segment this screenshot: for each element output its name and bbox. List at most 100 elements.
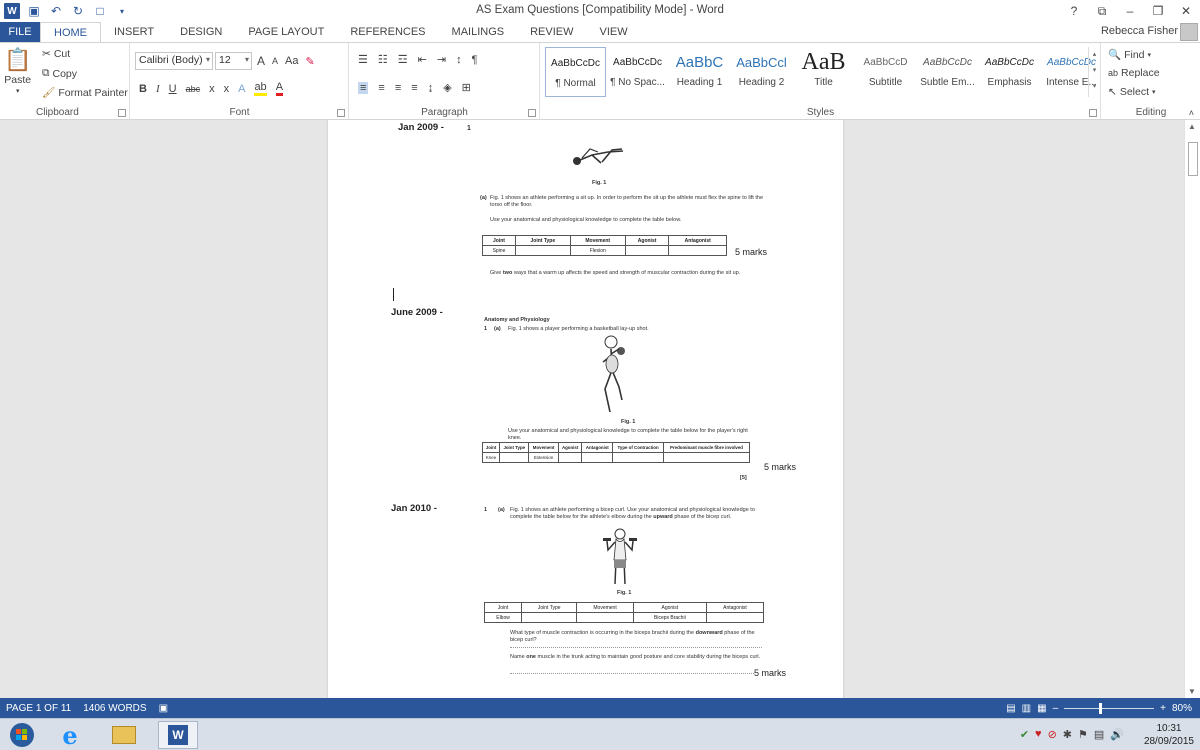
line-spacing-icon[interactable]: ↨ xyxy=(428,82,434,94)
save-icon[interactable]: ▣ xyxy=(26,3,42,19)
file-explorer-icon[interactable] xyxy=(104,721,144,749)
minimize-icon[interactable]: – xyxy=(1116,4,1144,18)
paste-button[interactable]: 📋 Paste ▾ xyxy=(4,47,31,95)
strikethrough-button[interactable]: abc xyxy=(186,84,201,94)
justify-icon[interactable]: ≡ xyxy=(411,82,417,94)
bold-button[interactable]: B xyxy=(139,83,147,95)
multilevel-list-icon[interactable]: ☲ xyxy=(398,53,408,66)
scroll-up-icon[interactable]: ▲ xyxy=(1188,122,1196,131)
superscript-button[interactable]: x xyxy=(224,83,230,95)
dialog-launcher-icon[interactable] xyxy=(337,109,345,117)
security-icon[interactable]: ⊘ xyxy=(1048,728,1057,741)
subscript-button[interactable]: x xyxy=(209,83,215,95)
style-subtle-emphasis[interactable]: AaBbCcDc Subtle Em... xyxy=(917,47,978,97)
vertical-scrollbar[interactable]: ▲ ▼ xyxy=(1184,120,1200,698)
highlight-icon[interactable]: ab xyxy=(254,81,267,96)
internet-explorer-icon[interactable]: e xyxy=(50,721,90,750)
bullets-icon[interactable]: ☰ xyxy=(358,53,368,66)
undo-icon[interactable]: ↶ xyxy=(48,3,64,19)
zoom-slider[interactable] xyxy=(1064,702,1155,714)
document-page[interactable]: Jan 2009 - 1 Fig. 1 (a) Fig. 1 shows an … xyxy=(328,120,843,698)
dialog-launcher-icon[interactable] xyxy=(118,109,126,117)
zoom-slider-knob[interactable] xyxy=(1099,702,1103,714)
style-subtitle[interactable]: AaBbCcD Subtitle xyxy=(855,47,916,97)
collapse-ribbon-icon[interactable]: ˄ xyxy=(1189,108,1194,118)
cut-button[interactable]: ✂ Cut xyxy=(42,48,70,60)
redo-icon[interactable]: ↻ xyxy=(70,3,86,19)
read-mode-icon[interactable]: ▤ xyxy=(1006,703,1015,714)
tab-review[interactable]: REVIEW xyxy=(517,22,586,42)
shrink-font-icon[interactable]: A xyxy=(272,56,278,66)
tab-file[interactable]: FILE xyxy=(0,22,40,42)
word-app-icon[interactable]: W xyxy=(4,3,20,19)
tab-design[interactable]: DESIGN xyxy=(167,22,235,42)
word-taskbar-icon[interactable]: W xyxy=(158,721,198,749)
style-emphasis[interactable]: AaBbCcDc Emphasis xyxy=(979,47,1040,97)
shading-icon[interactable]: ◈ xyxy=(443,81,451,94)
zoom-out-icon[interactable]: – xyxy=(1053,703,1059,714)
dialog-launcher-icon[interactable] xyxy=(528,109,536,117)
italic-button[interactable]: I xyxy=(156,83,160,95)
align-center-icon[interactable]: ≡ xyxy=(378,82,384,94)
network-icon[interactable]: ▤ xyxy=(1094,728,1104,741)
style-title[interactable]: AaB Title xyxy=(793,47,854,97)
restore-icon[interactable]: ❐ xyxy=(1144,4,1172,18)
font-color-button[interactable]: A xyxy=(275,81,284,96)
zoom-in-icon[interactable]: + xyxy=(1160,703,1166,714)
clear-formatting-icon[interactable]: ✎ xyxy=(306,55,315,68)
show-marks-icon[interactable]: ¶ xyxy=(472,54,478,66)
find-button[interactable]: 🔍 Find ▾ xyxy=(1108,48,1151,62)
borders-icon[interactable]: ⊞ xyxy=(462,81,471,94)
scroll-thumb[interactable] xyxy=(1188,142,1198,176)
scroll-down-icon[interactable]: ▼ xyxy=(1188,687,1196,696)
web-layout-icon[interactable]: ▦ xyxy=(1037,703,1046,714)
font-size-select[interactable]: 12 ▾ xyxy=(215,52,252,70)
help-icon[interactable]: ? xyxy=(1060,4,1088,18)
tab-mailings[interactable]: MAILINGS xyxy=(439,22,518,42)
select-button[interactable]: ↖ Select ▾ xyxy=(1108,86,1156,98)
copy-button[interactable]: ⧉ Copy xyxy=(42,67,77,80)
account-name[interactable]: Rebecca Fisher xyxy=(1101,25,1178,37)
tab-insert[interactable]: INSERT xyxy=(101,22,167,42)
close-icon[interactable]: ✕ xyxy=(1172,4,1200,18)
tab-page-layout[interactable]: PAGE LAYOUT xyxy=(235,22,337,42)
change-case-button[interactable]: Aa xyxy=(285,55,298,67)
word-count[interactable]: 1406 WORDS xyxy=(77,703,152,714)
start-button[interactable] xyxy=(2,721,42,749)
shield-icon[interactable]: ✔ xyxy=(1020,728,1029,741)
font-family-select[interactable]: Calibri (Body) ▾ xyxy=(135,52,213,70)
replace-button[interactable]: ab Replace xyxy=(1108,67,1160,79)
sort-icon[interactable]: ↕ xyxy=(456,54,462,66)
align-right-icon[interactable]: ≡ xyxy=(395,82,401,94)
new-document-icon[interactable]: □ xyxy=(92,3,108,19)
tab-home[interactable]: HOME xyxy=(40,22,101,42)
ribbon-display-icon[interactable]: ⧉ xyxy=(1088,4,1116,19)
decrease-indent-icon[interactable]: ⇤ xyxy=(418,53,427,66)
grow-font-icon[interactable]: A xyxy=(257,54,265,68)
increase-indent-icon[interactable]: ⇥ xyxy=(437,53,446,66)
underline-button[interactable]: U xyxy=(169,83,177,95)
style-heading-1[interactable]: AaBbC Heading 1 xyxy=(669,47,730,97)
tab-references[interactable]: REFERENCES xyxy=(337,22,438,42)
volume-icon[interactable]: 🔊 xyxy=(1110,728,1124,741)
format-painter-button[interactable]: 🖌 Format Painter xyxy=(42,86,128,100)
avatar[interactable] xyxy=(1180,23,1198,41)
numbering-icon[interactable]: ☷ xyxy=(378,53,388,66)
page-count[interactable]: PAGE 1 OF 11 xyxy=(0,703,77,714)
styles-scroll[interactable]: ▴ ▾ ▾ xyxy=(1088,47,1100,97)
settings-icon[interactable]: ✱ xyxy=(1063,728,1072,741)
print-layout-icon[interactable]: ▥ xyxy=(1022,703,1031,714)
document-area[interactable]: Jan 2009 - 1 Fig. 1 (a) Fig. 1 shows an … xyxy=(0,120,1184,698)
tab-view[interactable]: VIEW xyxy=(587,22,641,42)
proofing-icon[interactable]: ▣ xyxy=(153,703,174,714)
antivirus-icon[interactable]: ♥ xyxy=(1035,728,1042,741)
dialog-launcher-icon[interactable] xyxy=(1089,109,1097,117)
clock[interactable]: 10:31 28/09/2015 xyxy=(1144,722,1194,748)
style-heading-2[interactable]: AaBbCcl Heading 2 xyxy=(731,47,792,97)
style-no-spacing[interactable]: AaBbCcDc ¶ No Spac... xyxy=(607,47,668,97)
customize-icon[interactable]: ▾ xyxy=(114,3,130,19)
align-left-icon[interactable]: ≡ xyxy=(358,81,369,94)
text-effects-icon[interactable]: A xyxy=(238,83,245,95)
zoom-level[interactable]: 80% xyxy=(1172,703,1192,714)
style-normal[interactable]: AaBbCcDc ¶ Normal xyxy=(545,47,606,97)
